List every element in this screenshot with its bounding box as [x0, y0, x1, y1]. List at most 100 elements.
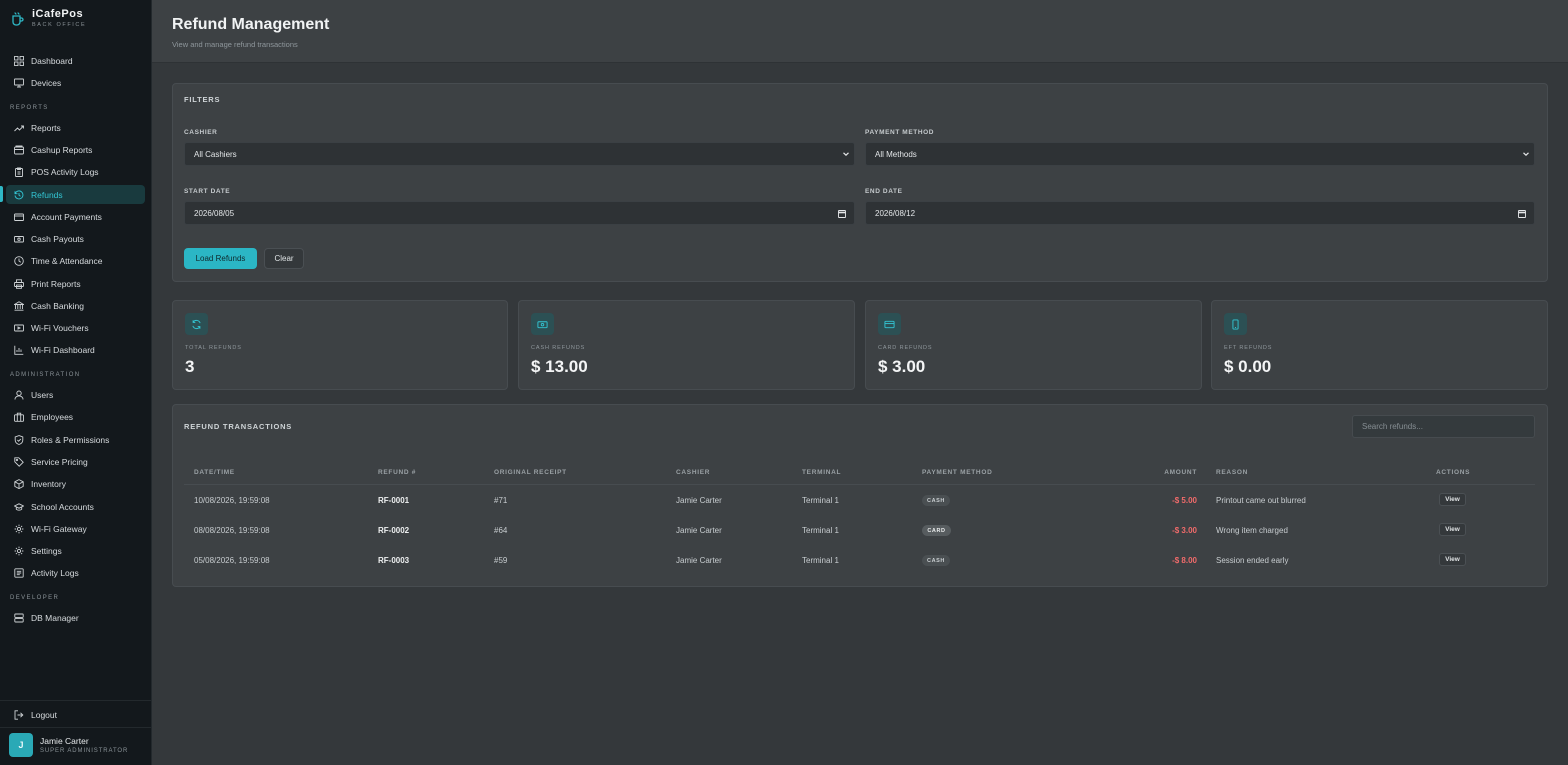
nav-wifi-gateway[interactable]: Wi-Fi Gateway [6, 519, 145, 538]
start-date-input[interactable]: 2026/08/05 [184, 201, 855, 225]
nav-cashup-reports[interactable]: Cashup Reports [6, 140, 145, 159]
stat-icon-card [878, 313, 901, 335]
avatar[interactable]: J [9, 733, 33, 757]
logout-icon [14, 709, 24, 720]
stat-label-card: CARD REFUNDS [878, 345, 933, 351]
nav-pos-activity-logs[interactable]: POS Activity Logs [6, 162, 145, 181]
nav-label: Service Pricing [31, 456, 88, 467]
credit-card-icon [884, 320, 895, 328]
column-header-reason[interactable]: REASON [1216, 469, 1248, 476]
cell-refund-number: RF-0003 [378, 556, 410, 565]
nav-cash-banking[interactable]: Cash Banking [6, 296, 145, 315]
nav-label: Cash Banking [31, 300, 84, 311]
nav-print-reports[interactable]: Print Reports [6, 274, 145, 293]
column-header-payment-method[interactable]: PAYMENT METHOD [922, 469, 992, 476]
payment-method-badge: CARD [922, 525, 951, 536]
view-button[interactable]: View [1439, 553, 1466, 566]
nav-settings[interactable]: Settings [6, 541, 145, 560]
nav-devices[interactable]: Devices [6, 73, 145, 92]
settings-icon [14, 546, 24, 555]
column-header-terminal[interactable]: TERMINAL [802, 469, 841, 476]
table-divider [184, 484, 1535, 485]
coffee-cup-icon [12, 12, 24, 26]
start-date-value: 2026/08/05 [194, 208, 235, 218]
nav-label: Cash Payouts [31, 233, 84, 244]
user-name: Jamie Carter [40, 736, 89, 746]
cell-refund-number: RF-0002 [378, 526, 410, 535]
nav-refunds[interactable]: Refunds [6, 185, 145, 204]
cashier-select[interactable]: All Cashiers [184, 142, 855, 166]
credit-card-icon [14, 213, 24, 221]
cell-cashier: Jamie Carter [676, 496, 722, 505]
cell-cashier: Jamie Carter [676, 556, 722, 565]
nav-label: Wi-Fi Gateway [31, 523, 87, 534]
logout-button[interactable]: Logout [6, 705, 145, 724]
nav-reports[interactable]: Reports [6, 118, 145, 137]
view-button[interactable]: View [1439, 493, 1466, 506]
nav-time-attendance[interactable]: Time & Attendance [6, 251, 145, 270]
nav-employees[interactable]: Employees [6, 407, 145, 426]
stat-icon-eft [1224, 313, 1247, 335]
calendar-icon[interactable] [1518, 209, 1526, 218]
graduation-cap-icon [14, 502, 24, 511]
column-header-receipt[interactable]: ORIGINAL RECEIPT [494, 469, 567, 476]
cell-cashier: Jamie Carter [676, 526, 722, 535]
nav-service-pricing[interactable]: Service Pricing [6, 452, 145, 471]
nav-label: Roles & Permissions [31, 434, 110, 445]
cell-receipt: #59 [494, 556, 508, 565]
cell-reason: Session ended early [1216, 556, 1289, 565]
nav-wifi-dashboard[interactable]: Wi-Fi Dashboard [6, 340, 145, 359]
calendar-icon[interactable] [838, 209, 846, 218]
nav-wifi-vouchers[interactable]: Wi-Fi Vouchers [6, 318, 145, 337]
nav-db-manager[interactable]: DB Manager [6, 608, 145, 627]
stat-label-total: TOTAL REFUNDS [185, 345, 242, 351]
box-icon [14, 478, 24, 489]
stat-value-cash: $ 13.00 [531, 357, 588, 376]
column-header-cashier[interactable]: CASHIER [676, 469, 710, 476]
brand-name: iCafePos [32, 8, 84, 20]
gear-icon [14, 524, 24, 533]
cell-refund-number: RF-0001 [378, 496, 410, 505]
nav-roles-permissions[interactable]: Roles & Permissions [6, 430, 145, 449]
nav-inventory[interactable]: Inventory [6, 474, 145, 493]
nav-users[interactable]: Users [6, 385, 145, 404]
filters-title: FILTERS [184, 95, 221, 104]
cell-datetime: 08/08/2026, 19:59:08 [194, 526, 270, 535]
stat-value-card: $ 3.00 [878, 357, 926, 376]
ticket-icon [14, 324, 24, 331]
monitor-icon [14, 78, 24, 87]
column-header-refund[interactable]: REFUND # [378, 469, 416, 476]
view-button[interactable]: View [1439, 523, 1466, 536]
user-role: SUPER ADMINISTRATOR [40, 748, 129, 754]
nav-dashboard[interactable]: Dashboard [6, 51, 145, 70]
search-input[interactable] [1352, 415, 1535, 438]
column-header-datetime[interactable]: DATE/TIME [194, 469, 235, 476]
page-subtitle: View and manage refund transactions [172, 40, 298, 49]
nav-activity-logs[interactable]: Activity Logs [6, 563, 145, 582]
cell-reason: Wrong item charged [1216, 526, 1288, 535]
sidebar: iCafePos BACK OFFICE Dashboard Devices R… [0, 0, 152, 765]
end-date-input[interactable]: 2026/08/12 [865, 201, 1535, 225]
transactions-title: REFUND TRANSACTIONS [184, 422, 293, 431]
section-label-reports: REPORTS [10, 105, 49, 111]
section-label-administration: ADMINISTRATION [10, 372, 81, 378]
nav-label: Activity Logs [31, 567, 79, 578]
cell-receipt: #64 [494, 526, 508, 535]
column-header-amount[interactable]: AMOUNT [1137, 469, 1197, 476]
cell-datetime: 05/08/2026, 19:59:08 [194, 556, 270, 565]
nav-school-accounts[interactable]: School Accounts [6, 497, 145, 516]
payment-method-select[interactable]: All Methods [865, 142, 1535, 166]
bank-icon [14, 300, 24, 311]
stat-value-eft: $ 0.00 [1224, 357, 1272, 376]
load-refunds-button[interactable]: Load Refunds [184, 248, 257, 269]
active-indicator [0, 186, 3, 202]
nav-cash-payouts[interactable]: Cash Payouts [6, 229, 145, 248]
clear-button[interactable]: Clear [264, 248, 304, 269]
brand[interactable]: iCafePos BACK OFFICE [10, 8, 86, 28]
nav-label: Logout [31, 709, 57, 720]
nav-account-payments[interactable]: Account Payments [6, 207, 145, 226]
history-icon [14, 189, 24, 199]
chevron-down-icon [1523, 152, 1529, 157]
nav-label: Account Payments [31, 211, 102, 222]
filters-panel [172, 83, 1548, 282]
